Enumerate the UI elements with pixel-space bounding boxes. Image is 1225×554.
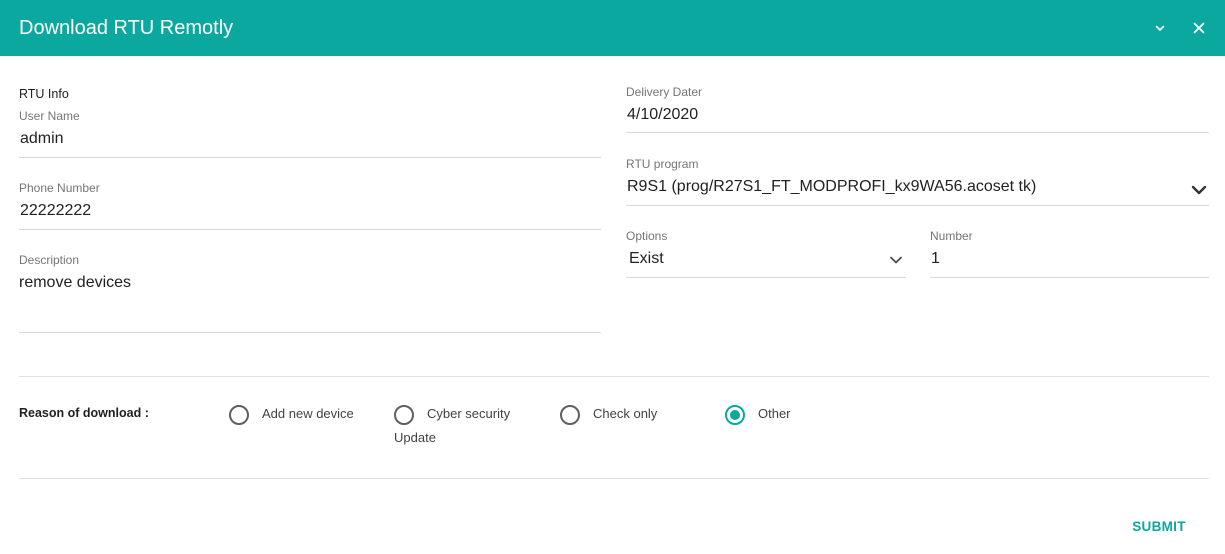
dialog-header: Download RTU Remotly <box>0 0 1225 56</box>
number-label: Number <box>930 229 973 243</box>
options-label: Options <box>626 229 668 243</box>
phone-number-label: Phone Number <box>19 181 100 195</box>
dialog-title: Download RTU Remotly <box>19 17 234 39</box>
chevron-down-icon <box>1155 25 1165 31</box>
radio-add-new-device-label: Add new device <box>262 406 354 421</box>
chevron-down-icon <box>890 256 902 264</box>
user-name-underline <box>19 157 601 158</box>
chevron-down-icon <box>1191 185 1207 195</box>
radio-cyber-security-update[interactable] <box>394 405 414 425</box>
options-underline <box>626 277 906 278</box>
radio-cyber-security-label-line2: Update <box>394 430 436 445</box>
divider-bottom <box>19 478 1209 479</box>
phone-number-field[interactable]: 22222222 <box>20 201 91 221</box>
minimize-button[interactable] <box>1148 16 1172 40</box>
number-field[interactable]: 1 <box>931 249 940 269</box>
radio-check-only[interactable] <box>560 405 580 425</box>
description-field[interactable]: remove devices <box>19 273 131 293</box>
user-name-label: User Name <box>19 109 80 123</box>
delivery-date-field[interactable]: 4/10/2020 <box>627 105 698 125</box>
divider-top <box>19 376 1209 377</box>
number-underline <box>930 277 1209 278</box>
user-name-field[interactable]: admin <box>20 129 64 149</box>
radio-add-new-device[interactable] <box>229 405 249 425</box>
delivery-date-label: Delivery Dater <box>626 85 703 99</box>
description-underline <box>19 332 601 333</box>
radio-check-only-label: Check only <box>593 406 658 421</box>
radio-other[interactable] <box>725 405 745 425</box>
rtu-info-label: RTU Info <box>19 87 69 101</box>
radio-other-label: Other <box>758 406 791 421</box>
options-select[interactable]: Exist <box>629 249 664 269</box>
close-icon <box>1193 22 1205 34</box>
rtu-program-dropdown-button[interactable] <box>1189 180 1209 205</box>
phone-number-underline <box>19 229 601 230</box>
rtu-program-select[interactable]: R9S1 (prog/R27S1_FT_MODPROFI_kx9WA56.aco… <box>627 177 1036 197</box>
description-label: Description <box>19 253 80 267</box>
delivery-date-underline <box>626 132 1209 133</box>
close-button[interactable] <box>1187 16 1211 40</box>
rtu-program-label: RTU program <box>626 157 699 171</box>
rtu-program-underline <box>626 205 1209 206</box>
reason-of-download-label: Reason of download : <box>19 406 149 420</box>
radio-cyber-security-label: Cyber security <box>427 406 511 421</box>
submit-button[interactable]: SUBMIT <box>1118 512 1200 542</box>
options-dropdown-button[interactable] <box>887 251 905 274</box>
